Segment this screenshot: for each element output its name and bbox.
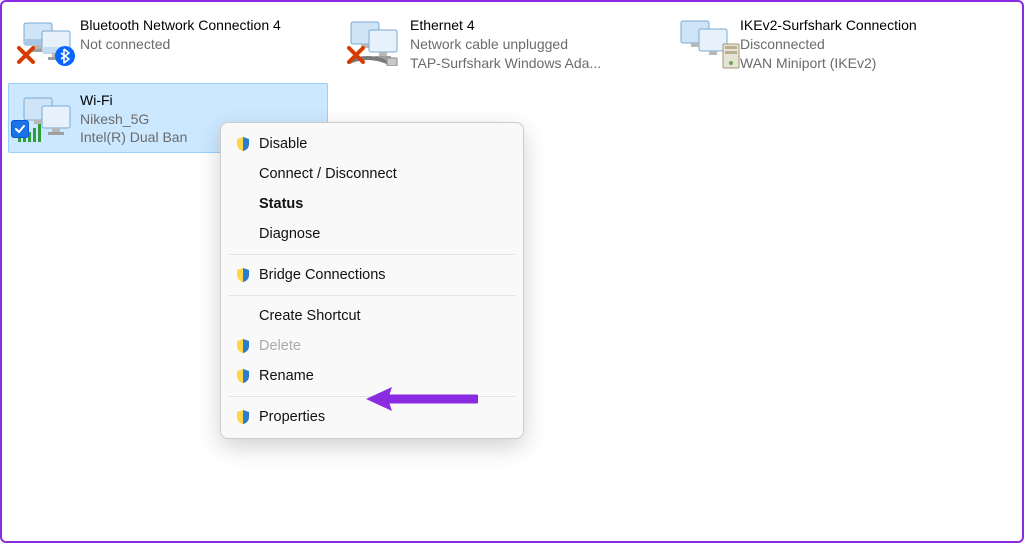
menu-label: Rename bbox=[259, 368, 314, 384]
menu-label: Diagnose bbox=[259, 226, 320, 242]
adapter-name: Bluetooth Network Connection 4 bbox=[80, 16, 281, 35]
disabled-x-icon bbox=[16, 45, 36, 68]
shield-icon bbox=[235, 267, 259, 283]
menu-connect-disconnect[interactable]: Connect / Disconnect bbox=[221, 159, 523, 189]
adapter-ethernet4[interactable]: Ethernet 4 Network cable unplugged TAP-S… bbox=[338, 8, 658, 79]
shield-icon bbox=[235, 368, 259, 384]
menu-label: Status bbox=[259, 196, 303, 212]
selection-checkmark-icon bbox=[11, 120, 29, 138]
menu-separator bbox=[229, 254, 515, 255]
adapter-name: Wi-Fi bbox=[80, 91, 187, 110]
menu-separator bbox=[229, 295, 515, 296]
adapter-icon bbox=[674, 14, 740, 70]
adapter-ikev2[interactable]: IKEv2-Surfshark Connection Disconnected … bbox=[668, 8, 988, 79]
disabled-x-icon bbox=[346, 45, 366, 68]
menu-label: Disable bbox=[259, 136, 307, 152]
adapter-details: TAP-Surfshark Windows Ada... bbox=[410, 54, 601, 73]
adapter-status: Network cable unplugged bbox=[410, 35, 601, 54]
adapter-status: Not connected bbox=[80, 35, 281, 54]
adapter-bluetooth[interactable]: Bluetooth Network Connection 4 Not conne… bbox=[8, 8, 328, 79]
menu-label: Properties bbox=[259, 409, 325, 425]
annotation-arrow-icon bbox=[358, 384, 478, 417]
menu-delete: Delete bbox=[221, 331, 523, 361]
menu-bridge-connections[interactable]: Bridge Connections bbox=[221, 260, 523, 290]
server-tower-icon bbox=[722, 43, 740, 72]
shield-icon bbox=[235, 338, 259, 354]
menu-label: Delete bbox=[259, 338, 301, 354]
adapter-name: Ethernet 4 bbox=[410, 16, 601, 35]
menu-disable[interactable]: Disable bbox=[221, 129, 523, 159]
adapter-status: Disconnected bbox=[740, 35, 917, 54]
adapter-details: WAN Miniport (IKEv2) bbox=[740, 54, 917, 73]
bluetooth-icon bbox=[54, 45, 76, 70]
menu-label: Connect / Disconnect bbox=[259, 166, 397, 182]
menu-label: Bridge Connections bbox=[259, 267, 386, 283]
menu-label: Create Shortcut bbox=[259, 308, 361, 324]
menu-status[interactable]: Status bbox=[221, 189, 523, 219]
adapter-status: Nikesh_5G bbox=[80, 110, 187, 129]
adapter-icon bbox=[344, 14, 410, 70]
adapter-icon bbox=[14, 14, 80, 70]
adapter-name: IKEv2-Surfshark Connection bbox=[740, 16, 917, 35]
menu-create-shortcut[interactable]: Create Shortcut bbox=[221, 301, 523, 331]
menu-diagnose[interactable]: Diagnose bbox=[221, 219, 523, 249]
adapter-details: Intel(R) Dual Ban bbox=[80, 128, 187, 147]
shield-icon bbox=[235, 409, 259, 425]
shield-icon bbox=[235, 136, 259, 152]
